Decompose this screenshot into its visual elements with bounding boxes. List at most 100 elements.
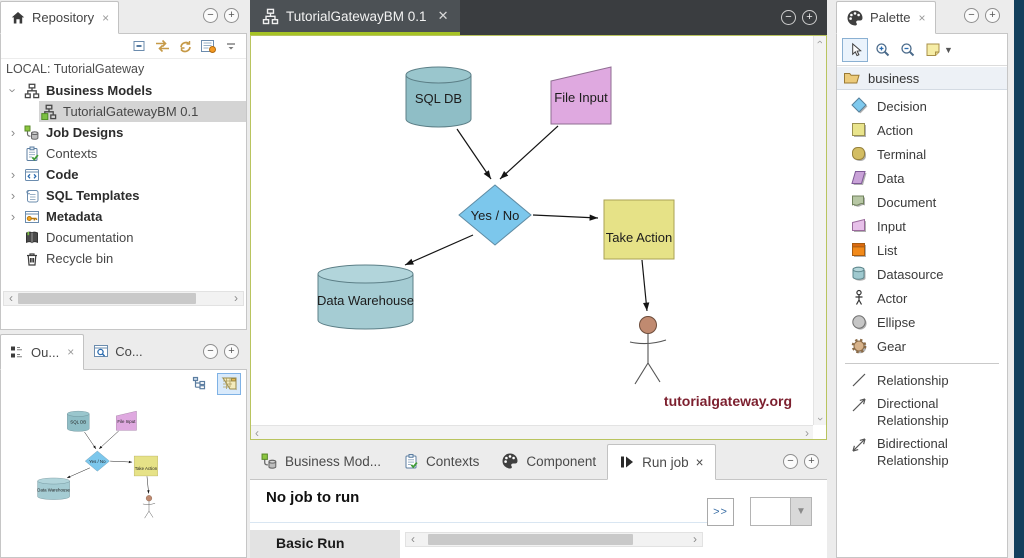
tree-view-icon[interactable] <box>188 373 212 395</box>
tree-item-tutorialgatewaybm[interactable]: TutorialGatewayBM 0.1 <box>39 101 246 122</box>
close-icon[interactable]: × <box>102 11 109 25</box>
job-designs-icon <box>24 125 42 141</box>
collapse-all-icon[interactable] <box>130 37 148 55</box>
maximize-button[interactable]: + <box>224 8 239 23</box>
close-icon[interactable]: × <box>696 455 704 470</box>
close-icon[interactable]: × <box>67 345 74 359</box>
contexts-icon <box>403 453 419 470</box>
node-file-input[interactable]: File Input <box>550 66 612 125</box>
scroll-left-icon[interactable]: ‹ <box>4 292 18 305</box>
palette-item-data[interactable]: Data <box>837 166 1007 190</box>
basic-run-label: Basic Run <box>276 535 345 551</box>
note-tool-icon[interactable]: ▼ <box>923 38 955 62</box>
canvas-vscrollbar[interactable]: › › <box>813 36 826 425</box>
palette-item-bidirectional-relationship[interactable]: Bidirectional Relationship <box>837 432 1007 472</box>
tree-item-documentation[interactable]: Documentation <box>1 227 246 248</box>
tab-editor-tutorialgatewaybm[interactable]: TutorialGatewayBM 0.1 ✕ <box>250 0 461 35</box>
tree-item-business-models[interactable]: › Business Models <box>1 80 246 101</box>
palette-item-relationship[interactable]: Relationship <box>837 368 1007 392</box>
maximize-button[interactable]: + <box>804 454 819 469</box>
chevron-down-icon[interactable]: ▼ <box>790 498 811 525</box>
outline-tabbar: Ou... × Co... − + <box>0 333 247 370</box>
tab-repository[interactable]: Repository × <box>0 1 120 34</box>
canvas-hscrollbar[interactable]: ‹ › <box>251 425 813 440</box>
node-label: Data Warehouse <box>317 293 414 308</box>
overview-icon[interactable] <box>217 372 241 395</box>
zoom-in-icon[interactable] <box>873 38 893 62</box>
chevron-right-icon[interactable]: › <box>6 167 20 182</box>
scroll-left-icon[interactable]: ‹ <box>255 426 259 440</box>
tree-item-contexts[interactable]: Contexts <box>1 143 246 164</box>
palette-group-label: business <box>868 70 920 86</box>
repository-hscrollbar[interactable]: ‹ › <box>3 291 244 306</box>
scroll-right-icon[interactable]: › <box>805 426 809 440</box>
zoom-out-icon[interactable] <box>898 38 918 62</box>
tree-item-recycle-bin[interactable]: Recycle bin <box>1 248 246 269</box>
tree-item-code[interactable]: › Code <box>1 164 246 185</box>
palette-item-datasource[interactable]: Datasource <box>837 262 1007 286</box>
chevron-right-icon[interactable]: › <box>6 188 20 203</box>
close-icon[interactable]: × <box>918 11 925 25</box>
minimize-button[interactable]: − <box>203 8 218 23</box>
detail-view-icon[interactable] <box>199 37 217 55</box>
model-canvas[interactable]: SQL DB File Input Yes / No Take Action D… <box>250 35 827 440</box>
scroll-left-icon[interactable]: ‹ <box>406 533 420 546</box>
chevron-down-icon[interactable]: ▼ <box>944 45 953 55</box>
palette-item-decision[interactable]: Decision <box>837 94 1007 118</box>
tree-item-metadata[interactable]: › Metadata <box>1 206 246 227</box>
maximize-button[interactable]: + <box>985 8 1000 23</box>
mini-node-take-action: Take Action <box>133 455 158 477</box>
maximize-button[interactable]: + <box>224 344 239 359</box>
palette-item-input[interactable]: Input <box>837 214 1007 238</box>
palette-item-ellipse[interactable]: Ellipse <box>837 310 1007 334</box>
scrollbar-thumb[interactable] <box>428 534 633 545</box>
scrollbar-thumb[interactable] <box>18 293 196 304</box>
tab-contexts[interactable]: Contexts <box>392 443 490 479</box>
tree-item-sql-templates[interactable]: › SQL Templates <box>1 185 246 206</box>
node-actor[interactable] <box>629 316 667 385</box>
actor-icon <box>850 289 868 307</box>
node-take-action[interactable]: Take Action <box>603 199 675 260</box>
node-sql-db[interactable]: SQL DB <box>405 66 472 128</box>
chevron-down-icon[interactable]: › <box>6 83 21 98</box>
expand-button[interactable]: >> <box>707 498 734 526</box>
editor-tabbar: TutorialGatewayBM 0.1 ✕ − + <box>250 0 827 35</box>
palette-item-actor[interactable]: Actor <box>837 286 1007 310</box>
scroll-right-icon[interactable]: › <box>688 533 702 546</box>
close-icon[interactable]: ✕ <box>438 8 449 24</box>
view-menu-icon[interactable] <box>222 37 240 55</box>
maximize-button[interactable]: + <box>802 10 817 25</box>
select-tool-icon[interactable] <box>842 37 868 62</box>
outline-minimap[interactable]: SQL DB File Input Yes / No Take Action D… <box>1 397 246 557</box>
scroll-down-icon[interactable]: › <box>814 417 826 421</box>
tab-run-job[interactable]: Run job × <box>607 444 716 480</box>
minimize-button[interactable]: − <box>783 454 798 469</box>
minimize-button[interactable]: − <box>203 344 218 359</box>
palette-item-gear[interactable]: Gear <box>837 334 1007 358</box>
minimize-button[interactable]: − <box>781 10 796 25</box>
node-data-warehouse[interactable]: Data Warehouse <box>317 264 414 330</box>
chevron-right-icon[interactable]: › <box>6 209 20 224</box>
switch-branch-icon[interactable] <box>153 37 171 55</box>
palette-item-list[interactable]: List <box>837 238 1007 262</box>
palette-group-business[interactable]: business <box>837 67 1007 90</box>
tree-item-job-designs[interactable]: › Job Designs <box>1 122 246 143</box>
palette-item-document[interactable]: Document <box>837 190 1007 214</box>
tab-outline[interactable]: Ou... × <box>0 334 85 370</box>
palette-item-action[interactable]: Action <box>837 118 1007 142</box>
palette-item-directional-relationship[interactable]: Directional Relationship <box>837 392 1007 432</box>
runview-hscrollbar[interactable]: ‹ › <box>405 532 703 547</box>
refresh-icon[interactable] <box>176 37 194 55</box>
minimize-button[interactable]: − <box>964 8 979 23</box>
tab-palette[interactable]: Palette × <box>836 1 936 34</box>
job-select-dropdown[interactable]: ▼ <box>750 497 812 526</box>
tab-business-models[interactable]: Business Mod... <box>250 443 392 479</box>
tab-code-viewer[interactable]: Co... <box>84 333 151 369</box>
chevron-right-icon[interactable]: › <box>6 125 20 140</box>
scroll-right-icon[interactable]: › <box>229 292 243 305</box>
tab-component[interactable]: Component <box>490 443 607 479</box>
palette-item-terminal[interactable]: Terminal <box>837 142 1007 166</box>
scroll-up-icon[interactable]: › <box>814 40 826 44</box>
mini-node-file-input: File Input <box>116 410 137 431</box>
bottom-panel: Business Mod... Contexts Component Run j… <box>250 443 827 558</box>
